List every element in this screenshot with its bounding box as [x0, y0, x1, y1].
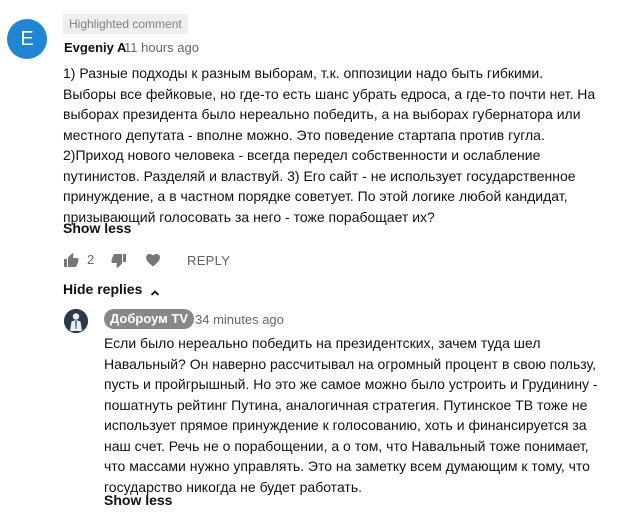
like-count: 2: [87, 252, 95, 267]
reply-button[interactable]: REPLY: [187, 253, 230, 268]
show-less-button[interactable]: Show less: [63, 220, 131, 236]
reply-text-line: государство никогда не будет работать.: [104, 478, 363, 495]
reply-text-line: наш счет. Речь не о порабощении, а о том…: [104, 437, 589, 454]
reply-text-line: Если было нереально победить на президен…: [104, 335, 541, 351]
thumbs-down-icon[interactable]: [111, 253, 127, 269]
comment-text-line: принуждение, а в частном порядке советуе…: [63, 188, 568, 204]
thumbs-up-icon[interactable]: [63, 252, 79, 268]
comment-text-line: призывающий голосовать за него - тоже по…: [63, 208, 435, 225]
channel-name-badge[interactable]: Доброум TV: [104, 309, 194, 329]
comment-text-line: выборах президента было нереально победи…: [63, 106, 581, 122]
reply-avatar[interactable]: [64, 309, 88, 333]
comment-text-line: путинистов. Разделяй и властвуй. 3) Его …: [63, 167, 576, 184]
heart-icon[interactable]: [145, 252, 161, 268]
reply-text-line: пошатнуть рейтинг Путина, аналогичная ст…: [104, 396, 588, 413]
reply-text-line: что массами нужно управлять. Это на заме…: [104, 458, 590, 474]
highlighted-comment-badge: Highlighted comment: [63, 14, 188, 34]
avatar[interactable]: E: [7, 19, 47, 59]
chevron-up-icon: [150, 285, 160, 296]
hide-replies-label: Hide replies: [63, 281, 143, 297]
comment-text-line: местного депутата - вполне можно. Это по…: [63, 126, 545, 143]
hide-replies-toggle[interactable]: Hide replies: [63, 281, 160, 297]
reply-text-line: пусть и пройгрышный. Но это же самое мож…: [104, 376, 598, 392]
reply-text: Если было нереально победить на президен…: [104, 333, 609, 497]
comment-author[interactable]: Evgeniy A: [64, 40, 126, 55]
comment-text-line: 2)Приход нового человека - всегда переде…: [63, 147, 541, 163]
avatar-letter: E: [20, 28, 34, 50]
reply-time[interactable]: 34 minutes ago: [195, 312, 284, 327]
comment-time[interactable]: 11 hours ago: [124, 40, 199, 55]
reply-text-line: Навальный? Он наверно рассчитывал на огр…: [104, 355, 597, 372]
comment-text-line: 1) Разные подходы к разным выборам, т.к.…: [63, 65, 544, 81]
person-silhouette-icon: [64, 309, 88, 333]
reply-show-less-button[interactable]: Show less: [104, 492, 172, 508]
comment-text: 1) Разные подходы к разным выборам, т.к.…: [63, 63, 611, 227]
comment-text-line: Выборы все фейковые, но где-то есть шанс…: [63, 85, 596, 102]
reply-text-line: использует прямое принуждение к голосова…: [104, 417, 587, 433]
